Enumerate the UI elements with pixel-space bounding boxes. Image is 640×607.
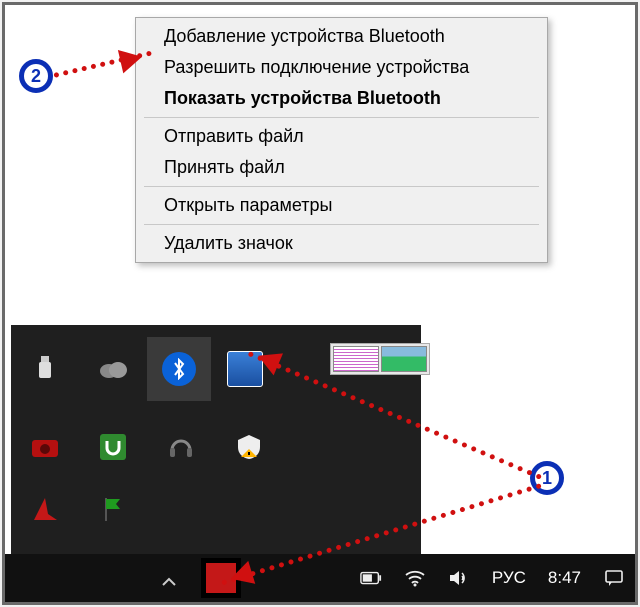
taskbar-clock[interactable]: 8:47 bbox=[548, 568, 581, 588]
usb-icon[interactable] bbox=[11, 345, 79, 393]
annotation-badge-2: 2 bbox=[19, 59, 53, 93]
flag-green-icon[interactable] bbox=[79, 485, 147, 533]
wifi-icon[interactable] bbox=[404, 567, 426, 589]
action-center-icon[interactable] bbox=[603, 567, 625, 589]
menu-item-receive-file[interactable]: Принять файл bbox=[136, 152, 547, 183]
menu-item-send-file[interactable]: Отправить файл bbox=[136, 121, 547, 152]
menu-item-remove-icon[interactable]: Удалить значок bbox=[136, 228, 547, 259]
camera-icon[interactable] bbox=[11, 423, 79, 471]
menu-item-allow-connection[interactable]: Разрешить подключение устройства bbox=[136, 52, 547, 83]
menu-separator bbox=[144, 117, 539, 118]
bluetooth-context-menu: Добавление устройства Bluetooth Разрешит… bbox=[135, 17, 548, 263]
taskbar: РУС 8:47 bbox=[5, 554, 635, 602]
view-thumbnails[interactable] bbox=[330, 343, 430, 375]
utorrent-icon[interactable] bbox=[79, 423, 147, 471]
menu-item-show-devices[interactable]: Показать устройства Bluetooth bbox=[136, 83, 547, 114]
menu-separator bbox=[144, 186, 539, 187]
battery-icon[interactable] bbox=[360, 567, 382, 589]
onedrive-icon[interactable] bbox=[79, 345, 147, 393]
menu-separator bbox=[144, 224, 539, 225]
taskbar-language[interactable]: РУС bbox=[492, 568, 526, 588]
menu-item-add-device[interactable]: Добавление устройства Bluetooth bbox=[136, 21, 547, 52]
volume-icon[interactable] bbox=[448, 567, 470, 589]
security-warning-icon[interactable] bbox=[215, 423, 283, 471]
tray-chevron-up-icon[interactable] bbox=[161, 576, 177, 588]
app-red-triangle-icon[interactable] bbox=[11, 485, 79, 533]
headset-icon[interactable] bbox=[147, 423, 215, 471]
menu-item-open-settings[interactable]: Открыть параметры bbox=[136, 190, 547, 221]
bluetooth-tray-icon[interactable] bbox=[147, 337, 211, 401]
